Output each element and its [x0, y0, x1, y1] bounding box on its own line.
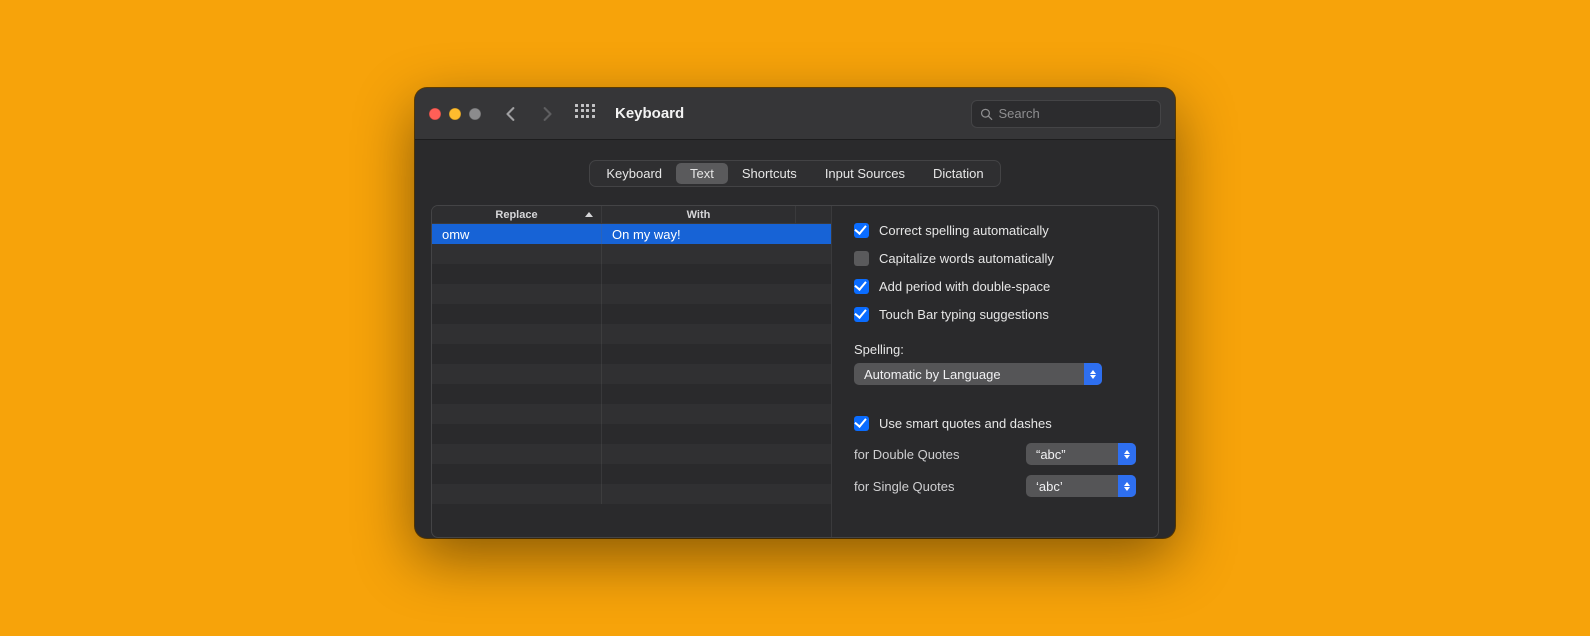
table-row-empty[interactable]: [432, 344, 831, 364]
single-quotes-row: for Single Quotes ‘abc’: [854, 471, 1136, 501]
zoom-window-button[interactable]: [469, 108, 481, 120]
window-title: Keyboard: [615, 105, 684, 122]
table-row-empty[interactable]: [432, 364, 831, 384]
sort-caret-icon: [585, 212, 593, 217]
col-with-label: With: [687, 209, 711, 221]
show-all-prefs-button[interactable]: [575, 104, 595, 124]
correct-spelling-checkbox[interactable]: [854, 223, 869, 238]
double-quotes-select[interactable]: “abc”: [1026, 443, 1136, 465]
col-spacer: [796, 206, 831, 223]
tab-shortcuts[interactable]: Shortcuts: [728, 163, 811, 184]
replacements-table: Replace With omwOn my way!: [432, 206, 832, 537]
tab-keyboard[interactable]: Keyboard: [592, 163, 676, 184]
nav-back-button[interactable]: [497, 100, 525, 128]
double-space-period-checkbox[interactable]: [854, 279, 869, 294]
table-row-empty[interactable]: [432, 264, 831, 284]
table-row-empty[interactable]: [432, 484, 831, 504]
table-row-empty[interactable]: [432, 304, 831, 324]
nav-forward-button[interactable]: [533, 100, 561, 128]
search-icon: [980, 107, 993, 121]
col-replace-header[interactable]: Replace: [432, 206, 602, 223]
smart-quotes-label: Use smart quotes and dashes: [879, 416, 1052, 431]
col-replace-label: Replace: [495, 209, 537, 221]
spelling-select[interactable]: Automatic by Language: [854, 363, 1102, 385]
smart-quotes-checkbox[interactable]: [854, 416, 869, 431]
double-space-period-label: Add period with double-space: [879, 279, 1050, 294]
table-row-empty[interactable]: [432, 384, 831, 404]
table-row-empty[interactable]: [432, 444, 831, 464]
table-row[interactable]: omwOn my way!: [432, 224, 831, 244]
tab-dictation[interactable]: Dictation: [919, 163, 998, 184]
traffic-lights: [429, 108, 481, 120]
table-header: Replace With: [432, 206, 831, 224]
titlebar: Keyboard: [415, 88, 1175, 140]
single-quotes-value: ‘abc’: [1036, 479, 1063, 494]
search-input[interactable]: [999, 106, 1153, 121]
double-quotes-row: for Double Quotes “abc”: [854, 439, 1136, 469]
tab-text[interactable]: Text: [676, 163, 728, 184]
search-field-wrap[interactable]: [971, 100, 1161, 128]
double-space-period-row[interactable]: Add period with double-space: [854, 272, 1136, 300]
table-row-empty[interactable]: [432, 284, 831, 304]
correct-spelling-row[interactable]: Correct spelling automatically: [854, 216, 1136, 244]
chevron-right-icon: [540, 107, 554, 121]
capitalize-words-row[interactable]: Capitalize words automatically: [854, 244, 1136, 272]
capitalize-words-label: Capitalize words automatically: [879, 251, 1054, 266]
table-row-empty[interactable]: [432, 244, 831, 264]
select-stepper-icon: [1084, 363, 1102, 385]
touch-bar-suggestions-row[interactable]: Touch Bar typing suggestions: [854, 300, 1136, 328]
touch-bar-suggestions-checkbox[interactable]: [854, 307, 869, 322]
touch-bar-suggestions-label: Touch Bar typing suggestions: [879, 307, 1049, 322]
col-with-header[interactable]: With: [602, 206, 796, 223]
with-cell[interactable]: On my way!: [602, 224, 831, 244]
table-row-empty[interactable]: [432, 464, 831, 484]
tab-input-sources[interactable]: Input Sources: [811, 163, 919, 184]
table-row-empty[interactable]: [432, 404, 831, 424]
select-stepper-icon: [1118, 475, 1136, 497]
minimize-window-button[interactable]: [449, 108, 461, 120]
text-settings: Correct spelling automatically Capitaliz…: [832, 206, 1158, 537]
tab-bar: Keyboard Text Shortcuts Input Sources Di…: [589, 160, 1000, 187]
double-quotes-label: for Double Quotes: [854, 447, 960, 462]
spelling-value: Automatic by Language: [864, 367, 1001, 382]
table-row-empty[interactable]: [432, 424, 831, 444]
preferences-window: Keyboard Keyboard Text Shortcuts Input S…: [415, 88, 1175, 538]
content-area: Keyboard Text Shortcuts Input Sources Di…: [415, 140, 1175, 538]
single-quotes-select[interactable]: ‘abc’: [1026, 475, 1136, 497]
capitalize-words-checkbox[interactable]: [854, 251, 869, 266]
smart-quotes-row[interactable]: Use smart quotes and dashes: [854, 409, 1136, 437]
single-quotes-label: for Single Quotes: [854, 479, 954, 494]
text-pane: Replace With omwOn my way! Correct spell…: [431, 205, 1159, 538]
table-body[interactable]: omwOn my way!: [432, 224, 831, 537]
chevron-left-icon: [504, 107, 518, 121]
double-quotes-value: “abc”: [1036, 447, 1066, 462]
correct-spelling-label: Correct spelling automatically: [879, 223, 1049, 238]
close-window-button[interactable]: [429, 108, 441, 120]
spelling-label: Spelling:: [854, 342, 1136, 357]
select-stepper-icon: [1118, 443, 1136, 465]
table-row-empty[interactable]: [432, 324, 831, 344]
replace-cell[interactable]: omw: [432, 224, 602, 244]
